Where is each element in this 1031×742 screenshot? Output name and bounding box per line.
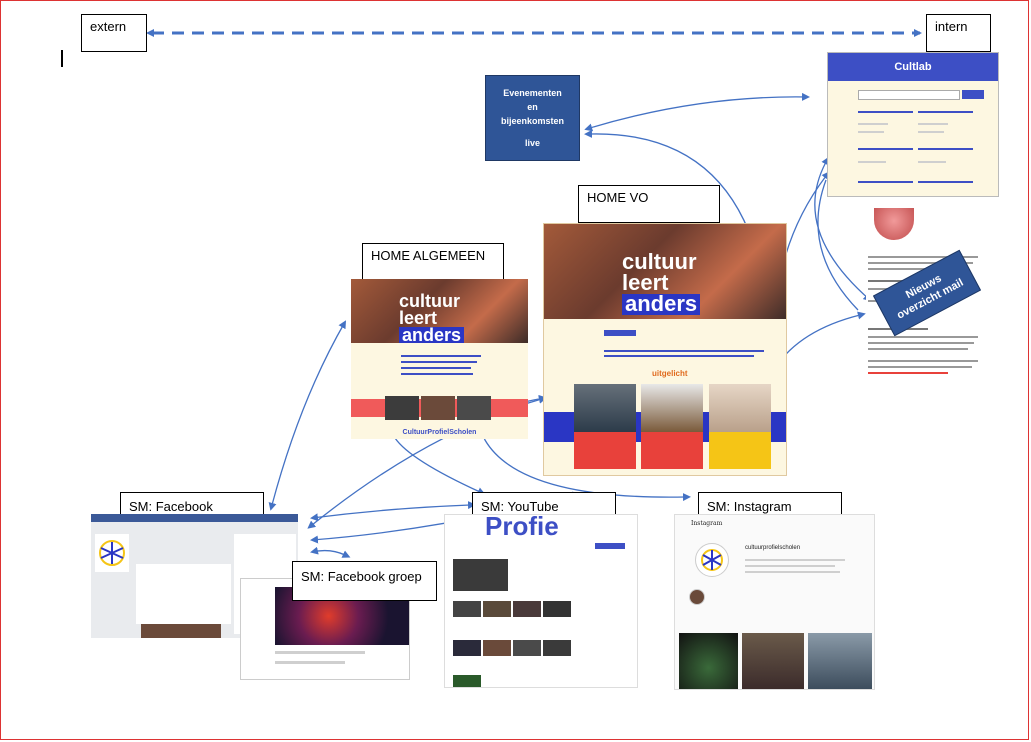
home-alg-hero: cultuur leert anders bbox=[351, 279, 528, 343]
cultlab-row2 bbox=[858, 131, 884, 133]
home-vo-hero-line3: anders bbox=[622, 292, 701, 315]
cultlab-row5 bbox=[858, 148, 913, 150]
facebook-post1 bbox=[136, 564, 231, 624]
events-line1: Evenementen bbox=[503, 88, 562, 98]
youtube-thumb8 bbox=[543, 640, 571, 656]
nl-line10 bbox=[868, 348, 968, 350]
youtube-thumb5 bbox=[453, 640, 481, 656]
youtube-thumb1 bbox=[453, 601, 481, 617]
home-alg-hero-line3: anders bbox=[399, 326, 465, 343]
cultlab-col2 bbox=[918, 111, 973, 113]
home-vo-card1 bbox=[574, 384, 636, 469]
extern-label: extern bbox=[81, 14, 147, 52]
cultlab-row7 bbox=[858, 161, 886, 163]
youtube-thumb4 bbox=[543, 601, 571, 617]
sm-facebook-groep-label: SM: Facebook groep bbox=[292, 561, 437, 601]
cultlab-title: Cultlab bbox=[828, 53, 998, 81]
events-line2: en bbox=[527, 102, 538, 112]
facebook-logo-image bbox=[95, 534, 129, 572]
home-alg-video1 bbox=[385, 396, 419, 420]
cultlab-screenshot: Cultlab bbox=[827, 52, 999, 197]
nl-line11 bbox=[868, 360, 978, 362]
cultlab-col1 bbox=[858, 111, 913, 113]
home-algemeen-screenshot: cultuur leert anders CultuurProfielSchol… bbox=[351, 279, 528, 439]
newsletter-mouth-image bbox=[874, 208, 914, 240]
instagram-photo1 bbox=[679, 633, 738, 689]
events-box: Evenementen en bijeenkomsten live bbox=[485, 75, 580, 161]
ig-bio3 bbox=[745, 571, 840, 573]
youtube-thumb9 bbox=[453, 675, 481, 687]
events-line4: live bbox=[524, 138, 540, 148]
cultlab-row6 bbox=[918, 148, 973, 150]
cultlab-search-button bbox=[962, 90, 984, 99]
home-alg-text3 bbox=[401, 367, 471, 369]
nl-line8 bbox=[868, 336, 978, 338]
events-line3: bijeenkomsten bbox=[500, 116, 565, 126]
youtube-screenshot: Profie bbox=[444, 514, 638, 688]
home-vo-hero: cultuur leert anders bbox=[544, 224, 786, 319]
youtube-video-large bbox=[453, 559, 508, 591]
home-vo-text1 bbox=[604, 350, 764, 352]
cultlab-row10 bbox=[918, 181, 973, 183]
instagram-logo: Instagram bbox=[691, 520, 723, 527]
ig-bio2 bbox=[745, 565, 835, 567]
home-vo-card2 bbox=[641, 384, 703, 469]
news-homevo-arrow bbox=[773, 311, 866, 370]
instagram-screenshot: Instagram cultuurprofielscholen bbox=[674, 514, 875, 690]
cultlab-row3 bbox=[918, 123, 948, 125]
home-vo-label: HOME VO bbox=[578, 185, 720, 223]
home-alg-video3 bbox=[457, 396, 491, 420]
cultlab-row1 bbox=[858, 123, 888, 125]
home-vo-text2 bbox=[604, 355, 754, 357]
fbgroep-line2 bbox=[275, 661, 345, 664]
facebook-post-img bbox=[141, 624, 221, 638]
youtube-thumb3 bbox=[513, 601, 541, 617]
home-alg-text2 bbox=[401, 361, 477, 363]
instagram-username: cultuurprofielscholen bbox=[745, 545, 801, 551]
youtube-banner: Profie bbox=[485, 514, 559, 541]
ig-bio1 bbox=[745, 559, 845, 561]
instagram-highlight bbox=[689, 589, 705, 605]
instagram-avatar-image bbox=[695, 543, 729, 577]
fbgroep-facebook-arrow bbox=[310, 546, 351, 558]
instagram-photo3 bbox=[808, 633, 872, 689]
home-vo-section-title: uitgelicht bbox=[652, 369, 688, 378]
youtube-thumb7 bbox=[513, 640, 541, 656]
nl-line13 bbox=[868, 372, 948, 374]
home-alg-video2 bbox=[421, 396, 455, 420]
youtube-homealg-arrow bbox=[394, 437, 486, 495]
home-vo-card3 bbox=[709, 384, 771, 469]
youtube-thumb6 bbox=[483, 640, 511, 656]
home-algemeen-label: HOME ALGEMEEN bbox=[362, 243, 504, 281]
youtube-thumb2 bbox=[483, 601, 511, 617]
cultlab-row4 bbox=[918, 131, 944, 133]
news-cultlab-arrow bbox=[817, 179, 859, 311]
cultlab-row8 bbox=[918, 161, 946, 163]
facebook-homealg-arrow bbox=[268, 320, 346, 511]
events-cultlab-arrow bbox=[584, 92, 810, 132]
nl-line9 bbox=[868, 342, 974, 344]
home-vo-cta bbox=[604, 330, 636, 336]
fbgroep-line1 bbox=[275, 651, 365, 654]
nl-line12 bbox=[868, 366, 972, 368]
facebook-topbar bbox=[91, 514, 298, 522]
intern-label: intern bbox=[926, 14, 991, 52]
cultlab-row9 bbox=[858, 181, 913, 183]
cultlab-search bbox=[858, 90, 960, 100]
home-alg-text1 bbox=[401, 355, 481, 357]
home-alg-text4 bbox=[401, 373, 473, 375]
instagram-photo2 bbox=[742, 633, 804, 689]
home-vo-screenshot: cultuur leert anders uitgelicht bbox=[543, 223, 787, 476]
youtube-subscribe bbox=[595, 543, 625, 549]
home-alg-footer: CultuurProfielScholen bbox=[402, 429, 477, 436]
